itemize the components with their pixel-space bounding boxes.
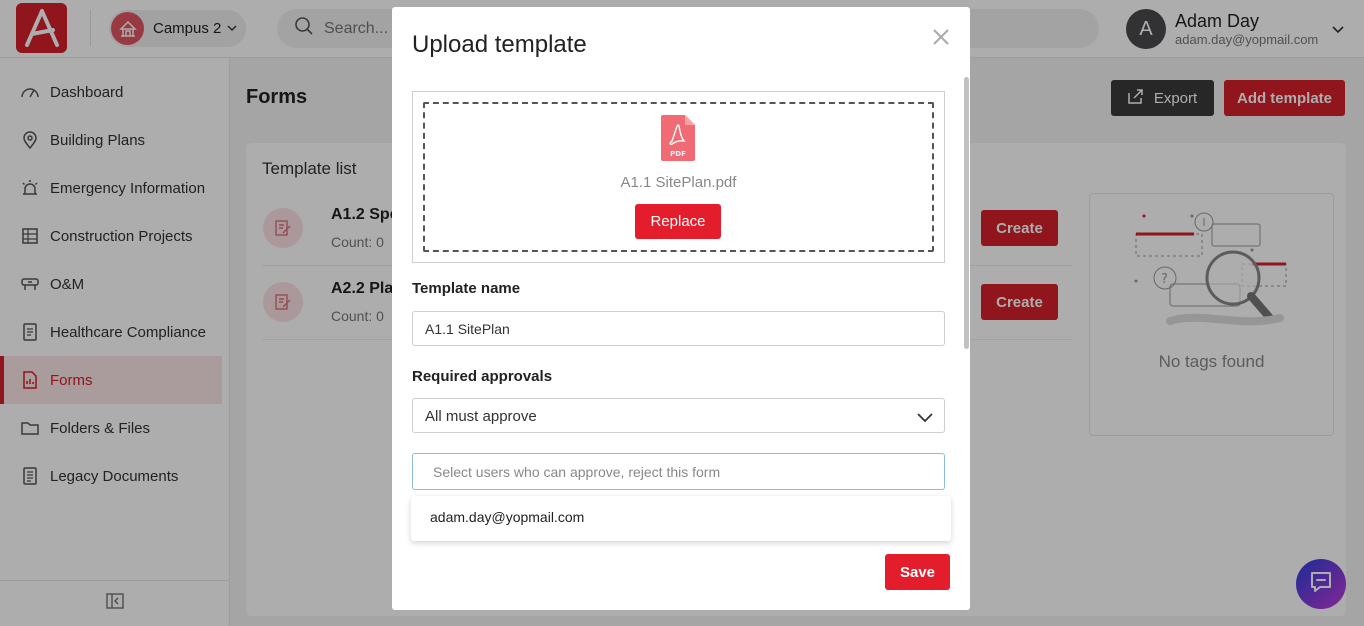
select-value: All must approve (425, 408, 537, 425)
file-upload-area: PDF A1.1 SitePlan.pdf Replace (412, 91, 945, 263)
close-icon (933, 28, 949, 50)
close-button[interactable] (929, 27, 953, 51)
pdf-badge: PDF (670, 150, 686, 158)
replace-button[interactable]: Replace (635, 204, 721, 239)
upload-template-dialog: Upload template PDF A1.1 SitePlan.pdf Re… (392, 7, 970, 610)
approver-option[interactable]: adam.day@yopmail.com (430, 509, 584, 525)
chevron-down-icon (917, 410, 933, 428)
template-name-field[interactable]: A1.1 SitePlan (412, 311, 945, 346)
pdf-file-icon: PDF (661, 115, 695, 161)
required-approvals-label: Required approvals (412, 368, 553, 385)
uploaded-file-name: A1.1 SitePlan.pdf (620, 174, 737, 191)
template-name-label: Template name (412, 280, 521, 297)
required-approvals-select[interactable]: All must approve (412, 398, 945, 433)
file-dropzone[interactable]: PDF A1.1 SitePlan.pdf Replace (423, 102, 934, 252)
dialog-scrollbar[interactable] (964, 77, 969, 349)
approvers-dropdown: adam.day@yopmail.com (411, 496, 951, 541)
approvers-select[interactable] (412, 453, 945, 490)
approvers-input[interactable] (433, 462, 923, 482)
save-button[interactable]: Save (885, 554, 950, 590)
dialog-title: Upload template (412, 31, 587, 58)
